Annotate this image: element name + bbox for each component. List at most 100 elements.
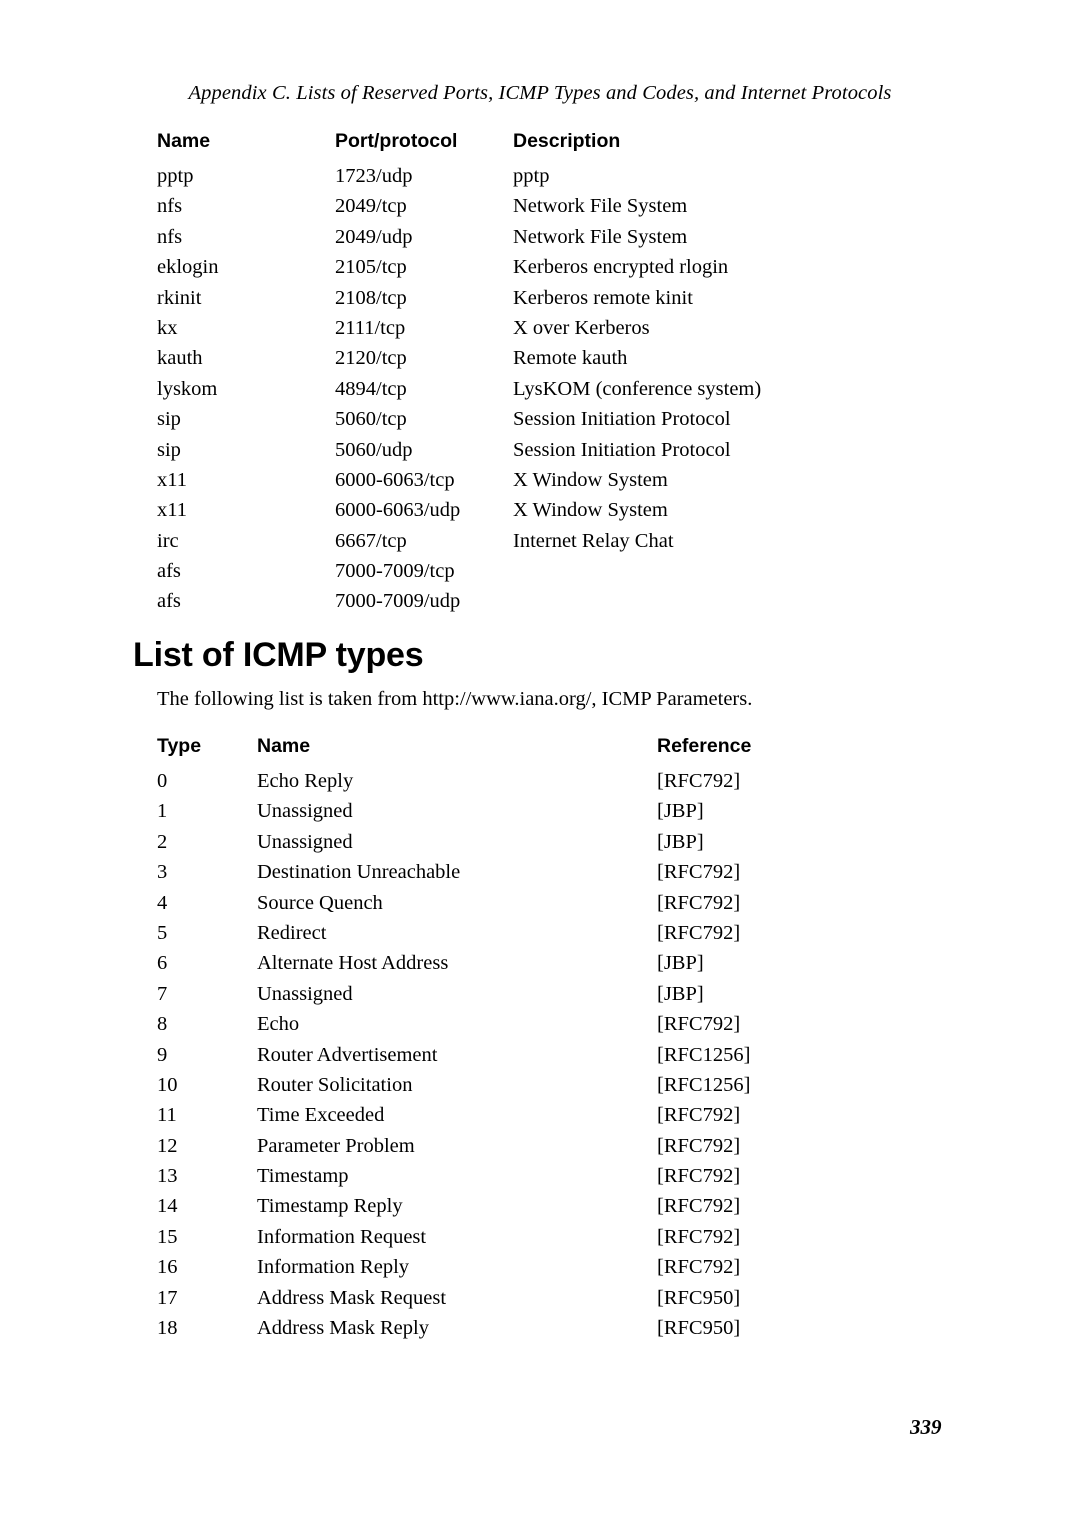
cell-reference: [RFC792] [657,1195,741,1218]
cell-name: nfs [157,225,183,248]
cell-description: Internet Relay Chat [513,529,674,552]
table-row: 18 Address Mask Reply [RFC950] [157,1317,957,1347]
cell-type: 2 [157,830,168,853]
cell-description: X Window System [513,499,668,522]
table-row: sip 5060/udp Session Initiation Protocol [157,439,957,469]
cell-type: 14 [157,1195,178,1218]
cell-type: 10 [157,1073,178,1096]
cell-name: rkinit [157,286,202,309]
cell-description: X Window System [513,468,668,491]
cell-port-protocol: 6667/tcp [335,529,407,552]
cell-port-protocol: 7000-7009/tcp [335,560,455,583]
cell-name: Information Request [257,1225,427,1248]
table-row: 11 Time Exceeded [RFC792] [157,1104,957,1134]
cell-description: pptp [513,165,550,187]
table-row: eklogin 2105/tcp Kerberos encrypted rlogin [157,256,957,286]
cell-port-protocol: 6000-6063/udp [335,499,461,522]
table-row: 6 Alternate Host Address [JBP] [157,952,957,982]
cell-name: x11 [157,499,187,522]
cell-description: Network File System [513,195,688,218]
table-row: 4 Source Quench [RFC792] [157,892,957,922]
cell-reference: [RFC1256] [657,1073,751,1096]
table-row: rkinit 2108/tcp Kerberos remote kinit [157,287,957,317]
table-row: 9 Router Advertisement [RFC1256] [157,1044,957,1074]
table-row: lyskom 4894/tcp LysKOM (conference system) [157,378,957,408]
table-row: irc 6667/tcp Internet Relay Chat [157,530,957,560]
cell-name: Unassigned [257,982,353,1005]
cell-name: Router Solicitation [257,1073,413,1096]
table-row: 16 Information Reply [RFC792] [157,1256,957,1286]
table-row: nfs 2049/udp Network File System [157,226,957,256]
table-row: 12 Parameter Problem [RFC792] [157,1135,957,1165]
table-row: 1 Unassigned [JBP] [157,800,957,830]
cell-port-protocol: 2111/tcp [335,316,406,339]
table-body: pptp 1723/udp pptp nfs 2049/tcp Network File … [157,165,957,621]
cell-name: sip [157,408,181,431]
document-page: Appendix C. Lists of Reserved Ports, ICM… [0,0,1080,1527]
cell-name: Time Exceeded [257,1104,385,1127]
table-row: 10 Router Solicitation [RFC1256] [157,1074,957,1104]
table-row: kx 2111/tcp X over Kerberos [157,317,957,347]
cell-name: Destination Unreachable [257,861,461,884]
cell-reference: [RFC950] [657,1317,741,1340]
table-row: x11 6000-6063/udp X Window System [157,499,957,529]
cell-port-protocol: 2120/tcp [335,347,407,370]
cell-type: 17 [157,1286,178,1309]
cell-type: 12 [157,1134,178,1157]
cell-reference: [RFC792] [657,770,741,792]
table-row: 0 Echo Reply [RFC792] [157,770,957,800]
cell-name: Timestamp [257,1165,349,1188]
table-row: afs 7000-7009/udp [157,590,957,620]
cell-name: kauth [157,347,203,370]
cell-port-protocol: 1723/udp [335,165,413,187]
cell-name: kx [157,316,178,339]
table-row: nfs 2049/tcp Network File System [157,195,957,225]
cell-reference: [JBP] [657,830,704,853]
cell-type: 7 [157,982,168,1005]
cell-name: Alternate Host Address [257,952,449,975]
cell-port-protocol: 5060/udp [335,438,413,461]
cell-reference: [RFC792] [657,1104,741,1127]
cell-description: Kerberos remote kinit [513,286,693,309]
cell-name: Parameter Problem [257,1134,415,1157]
cell-reference: [RFC792] [657,891,741,914]
cell-description: Session Initiation Protocol [513,438,731,461]
table-row: 7 Unassigned [JBP] [157,983,957,1013]
cell-name: nfs [157,195,183,218]
table-row: x11 6000-6063/tcp X Window System [157,469,957,499]
column-header-reference: Reference [657,735,752,757]
cell-port-protocol: 2049/udp [335,225,413,248]
cell-type: 18 [157,1317,178,1340]
icmp-types-table: Type Name Reference 0 Echo Reply [RFC792] 1… [157,735,957,1347]
cell-description: Kerberos encrypted rlogin [513,256,729,279]
table-row: 3 Destination Unreachable [RFC792] [157,861,957,891]
cell-reference: [RFC792] [657,1256,741,1279]
cell-description: Network File System [513,225,688,248]
column-header-name: Name [257,735,311,757]
cell-type: 15 [157,1225,178,1248]
running-head: Appendix C. Lists of Reserved Ports, ICM… [188,82,892,104]
cell-description: LysKOM (conference system) [513,377,762,400]
cell-name: Address Mask Request [257,1286,447,1309]
cell-reference: [RFC792] [657,1134,741,1157]
cell-name: Information Reply [257,1256,410,1279]
cell-name: Address Mask Reply [257,1317,429,1340]
cell-description: Session Initiation Protocol [513,408,731,431]
table-body: 0 Echo Reply [RFC792] 1 Unassigned [JBP] 2 Unas… [157,770,957,1347]
cell-name: sip [157,438,181,461]
cell-name: Redirect [257,921,327,944]
table-row: afs 7000-7009/tcp [157,560,957,590]
cell-description: Remote kauth [513,347,628,370]
section-intro-text: The following list is taken from http://… [157,688,753,710]
cell-port-protocol: 7000-7009/udp [335,590,461,613]
cell-reference: [RFC792] [657,921,741,944]
table-row: pptp 1723/udp pptp [157,165,957,195]
cell-name: eklogin [157,256,219,279]
cell-type: 6 [157,952,168,975]
table-row: sip 5060/tcp Session Initiation Protocol [157,408,957,438]
cell-name: x11 [157,468,187,491]
cell-reference: [RFC950] [657,1286,741,1309]
page-title: List of ICMP types [133,636,424,674]
cell-port-protocol: 2108/tcp [335,286,407,309]
cell-port-protocol: 2105/tcp [335,256,407,279]
